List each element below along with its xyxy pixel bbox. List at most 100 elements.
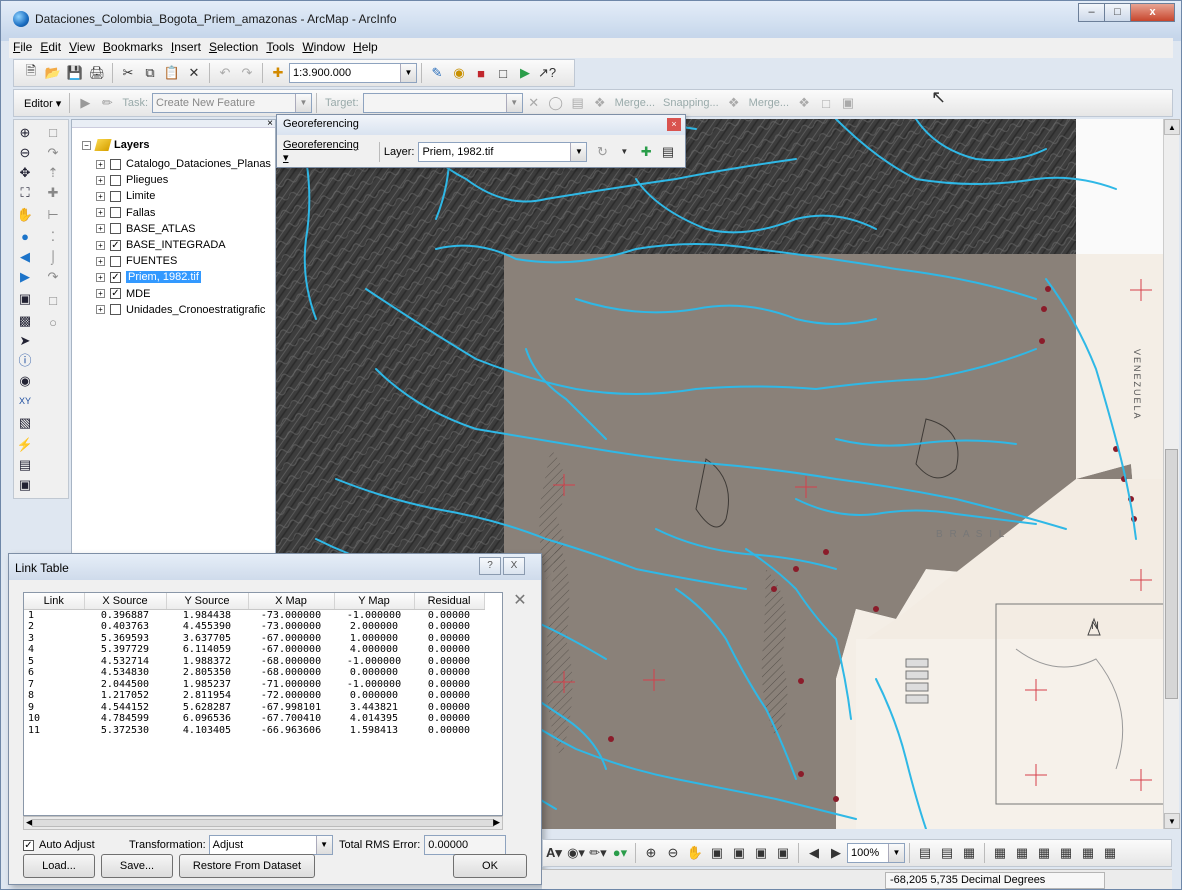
go-to-xy-icon[interactable]: XY (16, 392, 34, 410)
attributes-icon[interactable]: ▤ (569, 94, 587, 112)
layer-visibility-checkbox[interactable] (110, 190, 121, 202)
map-vertical-scrollbar[interactable]: ▲ ▼ (1163, 119, 1180, 829)
toc-layer-row[interactable]: + ✓ MDE (96, 286, 150, 302)
layer-visibility-checkbox[interactable] (110, 174, 121, 186)
table-row[interactable]: 8 1.217052 2.811954 -72.000000 0.000000 0.000… (24, 690, 484, 702)
menu-file[interactable]: File (9, 38, 36, 58)
chevron-down-icon[interactable]: ▼ (400, 64, 416, 82)
chevron-down-icon[interactable]: ▼ (295, 94, 312, 112)
trace-icon[interactable]: ⇡ (44, 164, 62, 182)
layer-name[interactable]: Fallas (126, 207, 155, 219)
edit-tool-icon[interactable]: ▶ (76, 94, 94, 112)
snapping-button[interactable]: Snapping... (663, 97, 719, 109)
split-tool-icon[interactable]: ✕ (525, 94, 543, 112)
target-combo[interactable]: ▼ (362, 93, 523, 113)
table-row[interactable]: 4 5.397729 6.114059 -67.000000 4.000000 0.000… (24, 644, 484, 656)
link-table-grid[interactable]: Link X Source Y Source X Map Y Map Residual 1… (23, 592, 503, 816)
expand-icon[interactable]: + (96, 256, 105, 266)
rotate-icon[interactable]: ↻ (593, 143, 611, 161)
undo-icon[interactable]: ↶ (216, 64, 234, 82)
line-color-icon[interactable]: ✏▾ (589, 844, 607, 862)
layer-visibility-checkbox[interactable] (110, 223, 121, 235)
fill-color-icon[interactable]: ◉▾ (567, 844, 585, 862)
command-line-icon[interactable]: □ (494, 64, 512, 82)
marker-color-icon[interactable]: ●▾ (611, 844, 629, 862)
add-control-points-icon[interactable]: ✚ (637, 143, 655, 161)
find-binoculars-icon[interactable]: ◉ (16, 372, 34, 390)
sketch-tool-icon[interactable]: ✏ (98, 94, 116, 112)
link-table-hscrollbar[interactable]: ◀ ▶ (23, 816, 503, 830)
toc-layer-row[interactable]: + BASE_ATLAS (96, 221, 196, 237)
point-tool-icon[interactable]: ⁚ (44, 228, 62, 246)
fixed-zoom-in-icon[interactable]: ✥ (16, 164, 34, 182)
menu-window[interactable]: Window (298, 38, 349, 58)
expand-icon[interactable]: + (96, 272, 105, 282)
layer-visibility-checkbox[interactable] (110, 158, 121, 170)
zoom-out-icon[interactable]: ⊖ (16, 144, 34, 162)
layer-visibility-checkbox[interactable] (110, 255, 121, 267)
measure-icon[interactable]: ▧ (16, 414, 34, 432)
toc-layer-row[interactable]: + ✓ BASE_INTEGRADA (96, 237, 226, 253)
pan-hand-icon[interactable]: ✋ (16, 206, 34, 224)
toc-layer-row[interactable]: + Limite (96, 188, 155, 204)
layer-name[interactable]: BASE_INTEGRADA (126, 239, 226, 251)
layer-name[interactable]: MDE (126, 288, 150, 300)
table-row[interactable]: 9 4.544152 5.628287 -67.998101 3.443821 0.000… (24, 702, 484, 714)
table-row[interactable]: 2 0.403763 4.455390 -73.000000 2.000000 0.000… (24, 621, 484, 633)
select-elements-arrow-icon[interactable]: ➤ (16, 332, 34, 350)
expand-icon[interactable]: + (96, 305, 105, 315)
grid-icon-4[interactable]: ▦ (1057, 844, 1075, 862)
task-combo[interactable]: Create New Feature ▼ (152, 93, 313, 113)
fixed-zoom-out-icon[interactable]: ⛶ (16, 184, 34, 202)
scroll-right-icon[interactable]: ▶ (493, 817, 500, 828)
layer-visibility-checkbox[interactable]: ✓ (110, 288, 121, 300)
chevron-down-icon[interactable]: ▼ (505, 94, 522, 112)
table-row[interactable]: 10 4.784599 6.096536 -67.700410 4.014395 0.00… (24, 713, 484, 725)
sketch-properties-icon[interactable]: ▣ (839, 94, 857, 112)
menu-help[interactable]: Help (349, 38, 382, 58)
menu-view[interactable]: View (65, 38, 99, 58)
expand-icon[interactable]: + (96, 240, 105, 250)
expand-icon[interactable]: + (96, 289, 105, 299)
column-header[interactable]: Y Source (166, 593, 249, 610)
clear-selection-icon[interactable]: ▩ (16, 312, 34, 330)
save-icon[interactable]: 💾 (66, 64, 84, 82)
expand-icon[interactable]: + (96, 208, 105, 218)
map-scale-combo[interactable]: 1:3.900.000 ▼ (289, 63, 417, 83)
menu-selection[interactable]: Selection (205, 38, 262, 58)
table-row[interactable]: 1 0.396887 1.984438 -73.000000 -1.000000 0.00… (24, 609, 484, 621)
scroll-down-icon[interactable]: ▼ (1164, 813, 1180, 829)
column-header[interactable]: X Map (248, 593, 335, 610)
new-document-icon[interactable]: 🗎 (22, 63, 40, 82)
redo-icon[interactable]: ↷ (238, 64, 256, 82)
merge-icon[interactable]: ❖ (591, 94, 609, 112)
editor-toolbar-icon[interactable]: ✎ (428, 64, 446, 82)
print-icon[interactable]: 🖨 (88, 64, 106, 82)
column-header[interactable]: Residual (414, 593, 485, 610)
layer-name[interactable]: Limite (126, 190, 155, 202)
layer-visibility-checkbox[interactable] (110, 304, 121, 316)
focus-data-frame-icon[interactable]: ▤ (938, 844, 956, 862)
html-popup-icon[interactable]: ▤ (16, 456, 34, 474)
zoom-in-icon[interactable]: ⊕ (16, 124, 34, 142)
fixed-zoom-in-layout-icon[interactable]: ▣ (730, 844, 748, 862)
georef-layer-combo[interactable]: Priem, 1982.tif ▼ (418, 141, 588, 162)
scroll-thumb[interactable] (32, 819, 494, 827)
georef-select-icon[interactable]: □ (44, 124, 62, 142)
auto-adjust-checkbox[interactable]: ✓ (23, 839, 34, 851)
layer-name[interactable]: Priem, 1982.tif (126, 271, 201, 284)
table-row[interactable]: 6 4.534830 2.805350 -68.000000 0.000000 0.000… (24, 667, 484, 679)
grid-icon-6[interactable]: ▦ (1101, 844, 1119, 862)
zoom-100-icon[interactable]: ▣ (774, 844, 792, 862)
merge-button-2[interactable]: Merge... (749, 97, 789, 109)
expand-icon[interactable]: + (96, 175, 105, 185)
topology-icon[interactable]: ❖ (795, 94, 813, 112)
chevron-down-icon[interactable]: ▼ (570, 142, 587, 161)
grid-icon-2[interactable]: ▦ (1013, 844, 1031, 862)
circle-tool-icon[interactable]: ○ (44, 314, 62, 332)
column-header[interactable]: Link (24, 593, 85, 610)
rectangle-tool-icon[interactable]: □ (44, 292, 62, 310)
paste-icon[interactable]: 📋 (163, 64, 181, 82)
full-extent-globe-icon[interactable]: ● (16, 228, 34, 246)
menu-bookmarks[interactable]: Bookmarks (99, 38, 167, 58)
